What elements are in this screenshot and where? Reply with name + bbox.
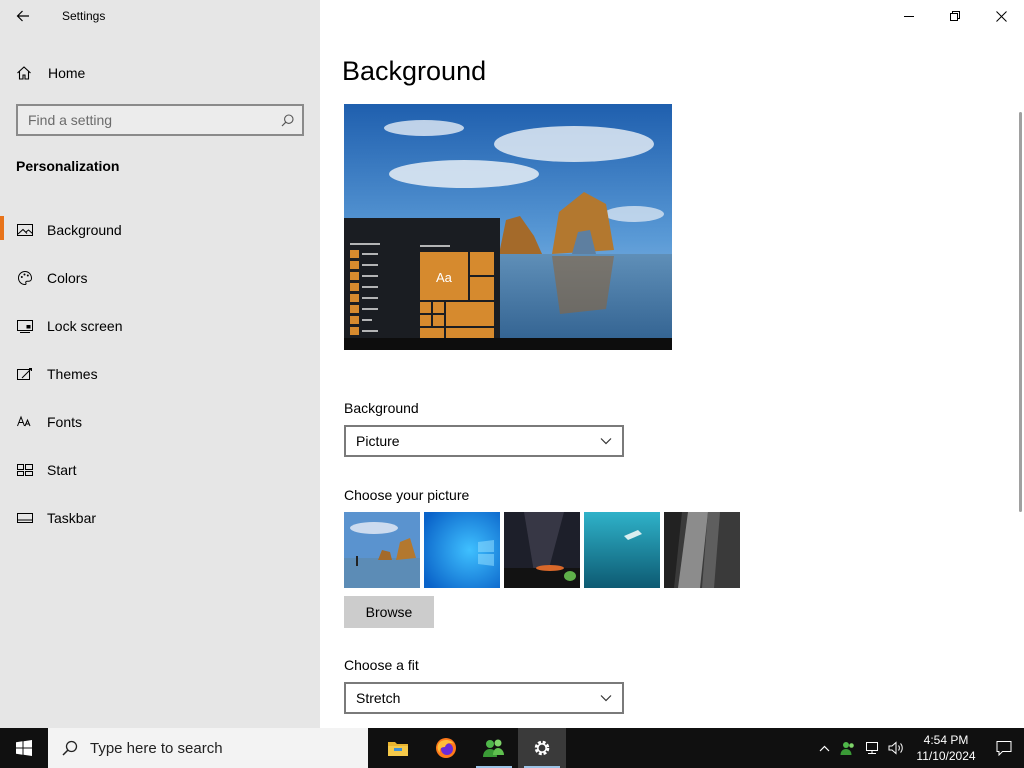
back-button[interactable] [0, 0, 46, 32]
find-setting-input[interactable] [28, 112, 281, 128]
sidebar-item-label: Taskbar [47, 510, 97, 526]
sidebar-item-lock-screen[interactable]: Lock screen [0, 302, 320, 350]
underwater-swimmer-thumb[interactable] [584, 512, 660, 588]
taskbar-search-box[interactable]: Type here to search [48, 728, 368, 768]
taskbar-file-explorer[interactable] [374, 728, 422, 768]
sidebar-item-label: Colors [47, 270, 88, 286]
page-title: Background [342, 56, 487, 86]
firefox-icon [436, 738, 456, 758]
sidebar-item-label: Lock screen [47, 318, 123, 334]
chevron-down-icon [600, 695, 612, 702]
rock-cliff-thumb[interactable] [664, 512, 740, 588]
chevron-up-icon [819, 745, 829, 751]
people-icon [483, 739, 504, 757]
section-title: Personalization [16, 158, 120, 174]
app-title: Settings [62, 9, 106, 23]
background-type-label: Background [344, 400, 419, 416]
lock-screen-icon [16, 318, 33, 335]
chevron-down-icon [600, 438, 612, 445]
choose-fit-dropdown[interactable]: Stretch [344, 682, 624, 714]
sidebar-item-start[interactable]: Start [0, 446, 320, 494]
night-sky-thumb[interactable] [504, 512, 580, 588]
sidebar-item-background[interactable]: Background [0, 206, 320, 254]
home-link[interactable]: Home [0, 58, 320, 88]
preview-tile-text: Aa [436, 270, 453, 285]
taskbar-search-placeholder: Type here to search [90, 739, 223, 757]
background-preview: Aa [344, 104, 672, 350]
taskbar: Type here to search 4:54 PM 11/10/2024 [0, 728, 1024, 768]
windows-blue-thumb[interactable] [424, 512, 500, 588]
sidebar-item-label: Start [47, 462, 77, 478]
tray-people-button[interactable] [836, 728, 860, 768]
network-icon [866, 742, 878, 754]
volume-button[interactable] [884, 728, 908, 768]
start-icon [16, 462, 33, 479]
sidebar: Settings Home Personalization Background… [0, 0, 320, 728]
taskbar-icon [16, 510, 33, 527]
taskbar-apps [374, 728, 566, 768]
main-content: Background Aa Background Picture Choose … [320, 0, 1024, 728]
sidebar-item-themes[interactable]: Themes [0, 350, 320, 398]
search-icon [62, 740, 78, 756]
action-center-button[interactable] [984, 728, 1024, 768]
background-type-value: Picture [356, 433, 400, 449]
clock-date: 11/10/2024 [916, 749, 976, 763]
nav-list: Background Colors Lock screen Themes Fon… [0, 206, 320, 542]
sidebar-item-fonts[interactable]: Fonts [0, 398, 320, 446]
fonts-icon [16, 414, 33, 431]
vertical-scrollbar[interactable] [1019, 112, 1022, 512]
find-setting-box[interactable] [16, 104, 304, 136]
taskbar-clock[interactable]: 4:54 PM 11/10/2024 [908, 732, 984, 764]
choose-fit-label: Choose a fit [344, 657, 419, 673]
sidebar-item-taskbar[interactable]: Taskbar [0, 494, 320, 542]
start-button[interactable] [0, 728, 48, 768]
choose-picture-label: Choose your picture [344, 487, 470, 503]
sidebar-item-label: Fonts [47, 414, 83, 430]
sidebar-item-label: Themes [47, 366, 98, 382]
palette-icon [16, 270, 33, 287]
people-tray-icon [840, 742, 854, 755]
sidebar-item-colors[interactable]: Colors [0, 254, 320, 302]
show-hidden-icons-button[interactable] [812, 728, 836, 768]
taskbar-people[interactable] [470, 728, 518, 768]
clock-time: 4:54 PM [923, 733, 969, 747]
browse-button[interactable]: Browse [344, 596, 434, 628]
sidebar-item-label: Background [47, 222, 122, 238]
taskbar-firefox[interactable] [422, 728, 470, 768]
home-label: Home [48, 65, 86, 81]
settings-gear-icon [534, 740, 550, 756]
back-arrow-icon [16, 10, 29, 22]
file-explorer-icon [388, 742, 408, 756]
search-icon [281, 113, 294, 126]
windows-logo-icon [16, 740, 32, 756]
home-icon [17, 66, 31, 80]
choose-fit-value: Stretch [356, 690, 401, 706]
network-button[interactable] [860, 728, 884, 768]
picture-thumbnails [344, 512, 740, 588]
taskbar-settings[interactable] [518, 728, 566, 768]
themes-icon [16, 366, 33, 383]
picture-icon [16, 222, 33, 239]
background-type-dropdown[interactable]: Picture [344, 425, 624, 457]
notification-icon [996, 741, 1012, 756]
title-bar: Settings [0, 0, 320, 32]
beach-rock-thumb[interactable] [344, 512, 420, 588]
desktop-preview-image: Aa [344, 104, 672, 350]
system-tray: 4:54 PM 11/10/2024 [812, 728, 1024, 768]
speaker-icon [888, 741, 903, 755]
